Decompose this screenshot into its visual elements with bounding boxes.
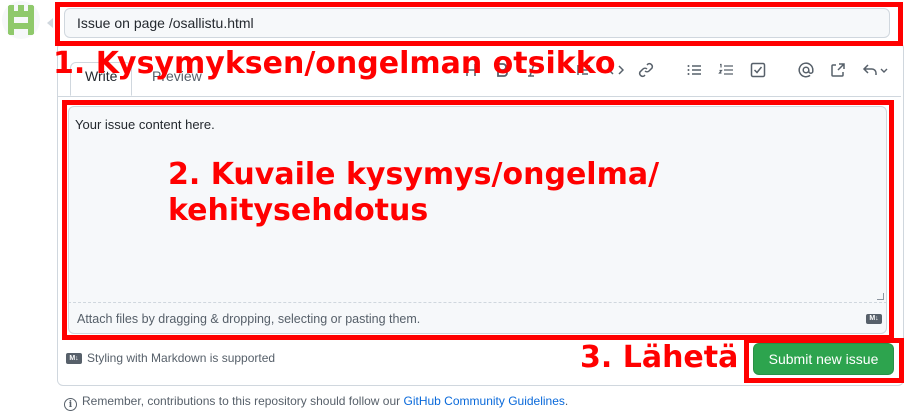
annotation-title: 1. Kysymyksen/ongelman otsikko <box>53 46 616 81</box>
info-icon: i <box>64 398 77 411</box>
bullet-list-icon[interactable] <box>686 62 704 80</box>
reply-icon[interactable] <box>862 62 888 80</box>
markdown-note[interactable]: M↓ Styling with Markdown is supported <box>66 350 275 366</box>
link-icon[interactable] <box>638 62 656 80</box>
annotation-describe-line1: 2. Kuvaile kysymys/ongelma/ <box>168 157 660 192</box>
avatar <box>2 1 40 39</box>
community-guidelines-link[interactable]: GitHub Community Guidelines <box>404 394 565 408</box>
footer-text: Remember, contributions to this reposito… <box>82 394 404 408</box>
markdown-icon: M↓ <box>66 353 82 365</box>
markdown-note-text: Styling with Markdown is supported <box>87 351 276 365</box>
mention-icon[interactable] <box>798 62 816 80</box>
guidelines-footer: i Remember, contributions to this reposit… <box>64 393 568 411</box>
annotation-describe-line2: kehitysehdotus <box>168 193 429 228</box>
task-list-icon[interactable] <box>750 62 768 80</box>
footer-end: . <box>564 394 569 408</box>
annotation-send: 3. Lähetä <box>580 340 739 375</box>
identicon-icon <box>8 5 34 35</box>
reference-icon[interactable] <box>830 62 848 80</box>
annotation-box-submit <box>744 338 904 383</box>
annotation-box-title <box>55 2 903 46</box>
comment-caret <box>47 18 53 28</box>
numbered-list-icon[interactable] <box>718 62 736 80</box>
